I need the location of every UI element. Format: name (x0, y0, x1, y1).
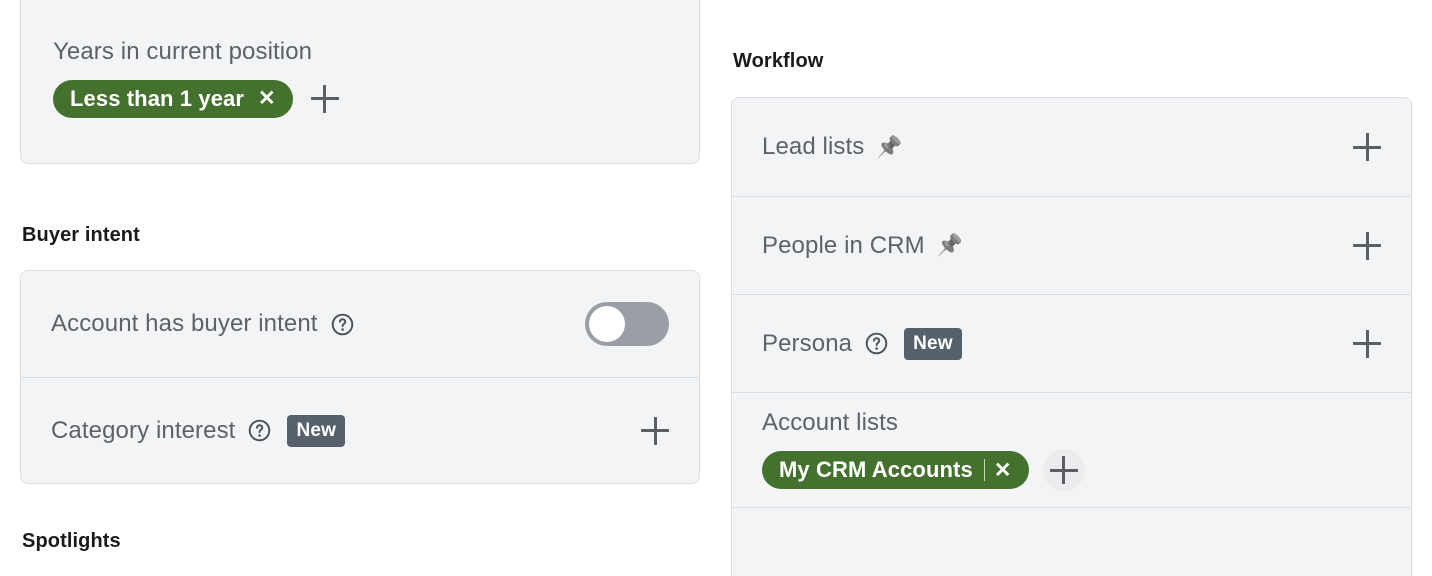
add-category-interest-icon[interactable] (641, 416, 669, 445)
plus-icon (1049, 456, 1078, 484)
filter-chip-label: Less than 1 year (70, 85, 245, 111)
account-lists-chip-list: My CRM Accounts ✕ (762, 449, 1085, 491)
row-account-lists: Account lists My CRM Accounts ✕ (732, 392, 1411, 507)
question-circle-icon[interactable] (248, 419, 271, 442)
question-circle-icon[interactable] (865, 332, 888, 355)
spotlights-heading: Spotlights (22, 530, 121, 552)
lead-lists-label: Lead lists (762, 133, 865, 160)
add-years-filter-icon[interactable] (310, 84, 339, 113)
people-in-crm-label: People in CRM (762, 231, 925, 259)
years-in-current-position-label: Years in current position (53, 37, 313, 65)
row-category-interest[interactable]: Category interest New (21, 377, 699, 483)
filter-chip-less-than-1-year[interactable]: Less than 1 year ✕ (53, 79, 293, 118)
years-chip-list: Less than 1 year ✕ (53, 79, 667, 118)
years-in-current-position-panel: Years in current position Less than 1 ye… (20, 0, 700, 164)
persona-label: Persona (762, 329, 853, 357)
row-partial-next (732, 507, 1411, 529)
workflow-heading: Workflow (733, 50, 824, 72)
new-badge: New (904, 327, 962, 360)
close-icon[interactable]: ✕ (258, 88, 276, 109)
years-field: Years in current position Less than 1 ye… (21, 0, 699, 163)
row-persona[interactable]: Persona New (732, 294, 1411, 392)
toggle-knob (589, 306, 625, 342)
close-icon[interactable]: ✕ (994, 460, 1012, 481)
chip-divider (983, 459, 985, 481)
filter-chip-label: My CRM Accounts (779, 457, 973, 482)
question-circle-icon[interactable] (331, 313, 354, 336)
buyer-intent-toggle[interactable] (585, 302, 669, 346)
add-lead-list-icon[interactable] (1353, 133, 1381, 161)
row-account-has-buyer-intent[interactable]: Account has buyer intent (21, 271, 699, 377)
category-interest-label: Category interest (51, 416, 236, 444)
row-lead-lists[interactable]: Lead lists 📌 (732, 98, 1411, 196)
row-people-in-crm[interactable]: People in CRM 📌 (732, 196, 1411, 294)
pin-icon: 📌 (876, 135, 903, 159)
pin-icon: 📌 (936, 234, 963, 257)
add-people-in-crm-icon[interactable] (1353, 231, 1381, 260)
add-account-list-button[interactable] (1042, 449, 1085, 491)
buyer-intent-panel: Account has buyer intent Category intere… (20, 270, 700, 484)
new-badge: New (287, 414, 346, 447)
workflow-panel: Lead lists 📌 People in CRM 📌 Persona New… (731, 97, 1412, 576)
account-lists-label: Account lists (762, 409, 899, 436)
buyer-intent-heading: Buyer intent (22, 224, 140, 246)
add-persona-icon[interactable] (1353, 329, 1381, 358)
account-has-buyer-intent-label: Account has buyer intent (51, 310, 318, 337)
filter-chip-my-crm-accounts[interactable]: My CRM Accounts ✕ (762, 451, 1029, 489)
